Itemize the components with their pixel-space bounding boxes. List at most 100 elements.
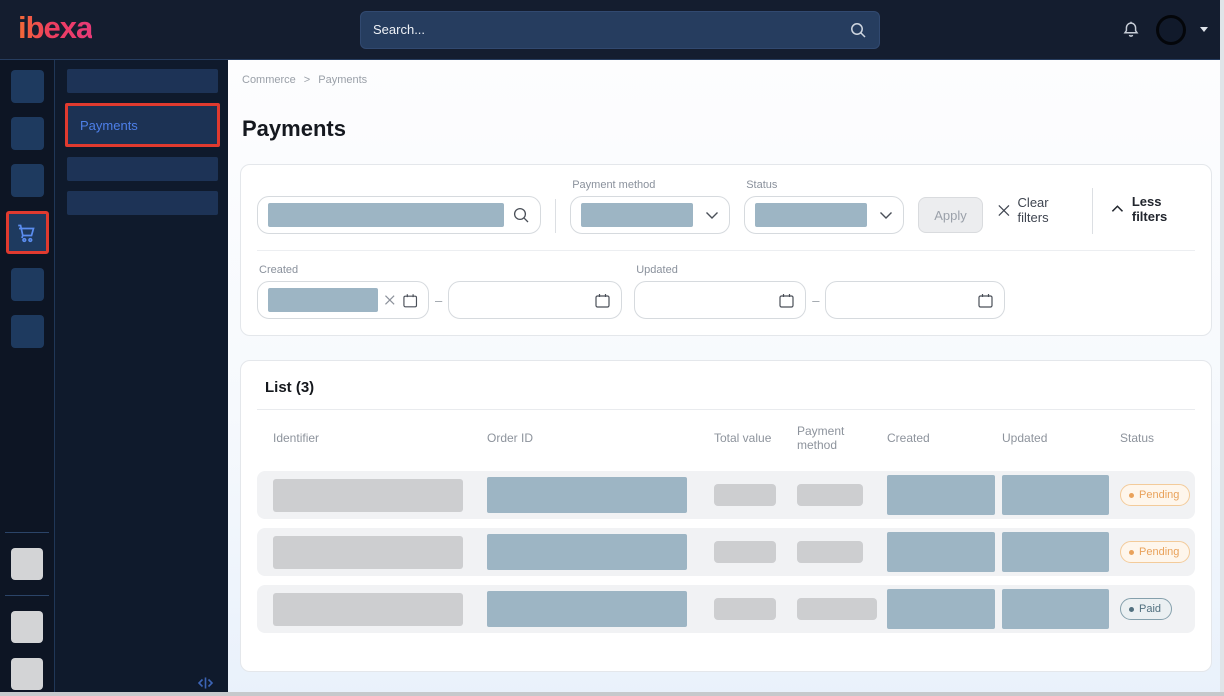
sidebar-item-placeholder-5[interactable] <box>11 315 44 348</box>
created-to-input[interactable] <box>448 281 622 319</box>
chevron-up-icon <box>1111 205 1124 213</box>
menu-item-placeholder-3[interactable] <box>67 191 218 215</box>
less-filters-button[interactable]: Less filters <box>1111 194 1195 224</box>
sidebar-item-placeholder-4[interactable] <box>11 268 44 301</box>
status-dot-icon <box>1129 607 1134 612</box>
sidebar-item-placeholder-2[interactable] <box>11 117 44 150</box>
page-title: Payments <box>240 116 1212 142</box>
cell-updated-placeholder <box>1002 475 1109 515</box>
updated-to-input[interactable] <box>825 281 1005 319</box>
updated-from-input[interactable] <box>634 281 806 319</box>
created-from-value-placeholder <box>268 288 378 312</box>
app-logo[interactable]: ibexa <box>0 10 92 50</box>
sidebar-bottom-group <box>0 532 54 690</box>
table-row[interactable]: Paid <box>257 585 1195 633</box>
cell-payment-method-placeholder <box>797 541 863 563</box>
search-icon <box>849 21 867 39</box>
breadcrumb: Commerce > Payments <box>240 74 1212 86</box>
cell-identifier-placeholder <box>273 479 463 512</box>
cell-updated-placeholder <box>1002 589 1109 629</box>
calendar-icon[interactable] <box>402 292 418 309</box>
user-avatar[interactable] <box>1156 15 1186 45</box>
created-from-input[interactable] <box>257 281 429 319</box>
cell-order-id-placeholder <box>487 534 687 570</box>
sidebar-item-placeholder-1[interactable] <box>11 70 44 103</box>
main-content: Commerce > Payments Payments Payment met… <box>228 60 1224 696</box>
clear-date-x-icon[interactable] <box>384 294 396 306</box>
filters-row-primary: Payment method Status <box>257 179 1195 251</box>
clear-filters-label: Clear filters <box>1018 195 1079 225</box>
divider <box>5 532 49 533</box>
app-shell: Payments Commerce > Payments Payments <box>0 60 1224 696</box>
cell-order-id-placeholder <box>487 591 687 627</box>
shopping-cart-icon <box>15 221 39 245</box>
calendar-icon[interactable] <box>594 292 611 309</box>
column-header-identifier: Identifier <box>273 431 487 445</box>
sidebar-item-commerce-active[interactable] <box>6 211 49 254</box>
filters-panel: Payment method Status <box>240 164 1212 336</box>
calendar-icon[interactable] <box>778 292 795 309</box>
status-dot-icon <box>1129 550 1134 555</box>
status-dot-icon <box>1129 493 1134 498</box>
breadcrumb-commerce[interactable]: Commerce <box>242 74 296 86</box>
sidebar-bottom-item-3[interactable] <box>11 658 43 690</box>
menu-item-payments-active[interactable]: Payments <box>65 103 220 147</box>
status-select[interactable] <box>744 196 904 234</box>
menu-item-placeholder-2[interactable] <box>67 157 218 181</box>
chevron-down-icon <box>879 211 893 220</box>
cell-total-value-placeholder <box>714 598 776 620</box>
column-header-total-value: Total value <box>714 431 797 445</box>
cell-identifier-placeholder <box>273 536 463 569</box>
payments-list-panel: List (3) Identifier Order ID Total value… <box>240 360 1212 672</box>
column-header-created: Created <box>887 431 1002 445</box>
menu-item-placeholder-1[interactable] <box>67 69 218 93</box>
topbar-actions <box>1120 15 1224 45</box>
status-label: Status <box>744 179 904 191</box>
topbar: ibexa <box>0 0 1224 60</box>
chevron-down-icon <box>705 211 719 220</box>
divider <box>257 409 1195 410</box>
search-icon <box>512 206 530 224</box>
cell-updated-placeholder <box>1002 532 1109 572</box>
payment-method-value-placeholder <box>581 203 693 227</box>
table-header: Identifier Order ID Total value Payment … <box>257 414 1195 462</box>
column-header-status: Status <box>1120 431 1195 445</box>
x-icon <box>997 203 1011 218</box>
payment-method-label: Payment method <box>570 179 730 191</box>
divider <box>5 595 49 596</box>
status-badge: Paid <box>1120 598 1172 620</box>
global-search-input[interactable] <box>373 22 849 37</box>
column-header-order-id: Order ID <box>487 431 714 445</box>
range-separator: – <box>812 293 819 308</box>
filter-search-input[interactable] <box>257 196 541 234</box>
status-filter-group: Status <box>744 179 904 234</box>
calendar-icon[interactable] <box>977 292 994 309</box>
range-separator: – <box>435 293 442 308</box>
created-label: Created <box>257 264 622 276</box>
table-row[interactable]: Pending <box>257 471 1195 519</box>
table-row[interactable]: Pending <box>257 528 1195 576</box>
sidebar-item-placeholder-3[interactable] <box>11 164 44 197</box>
icon-sidebar <box>0 60 55 696</box>
filter-search-value-placeholder <box>268 203 504 227</box>
global-search[interactable] <box>360 11 880 49</box>
horizontal-scrollbar-track[interactable] <box>0 692 1224 696</box>
vertical-scrollbar-track[interactable] <box>1220 0 1224 696</box>
column-header-payment-method: Payment method <box>797 424 887 452</box>
updated-date-range: – <box>634 281 1005 319</box>
user-menu-caret-icon[interactable] <box>1200 27 1208 32</box>
updated-filter-group: Updated – <box>634 264 1005 319</box>
clear-filters-button[interactable]: Clear filters <box>997 195 1078 225</box>
cell-payment-method-placeholder <box>797 598 877 620</box>
cell-identifier-placeholder <box>273 593 463 626</box>
sidebar-resize-handle-icon[interactable] <box>197 676 214 690</box>
payment-method-filter-group: Payment method <box>570 179 730 234</box>
sidebar-bottom-item-1[interactable] <box>11 548 43 580</box>
notifications-bell-icon[interactable] <box>1120 19 1142 41</box>
sidebar-bottom-item-2[interactable] <box>11 611 43 643</box>
apply-button[interactable]: Apply <box>918 197 983 233</box>
status-badge: Pending <box>1120 541 1190 563</box>
payment-method-select[interactable] <box>570 196 730 234</box>
status-badge: Pending <box>1120 484 1190 506</box>
updated-label: Updated <box>634 264 1005 276</box>
